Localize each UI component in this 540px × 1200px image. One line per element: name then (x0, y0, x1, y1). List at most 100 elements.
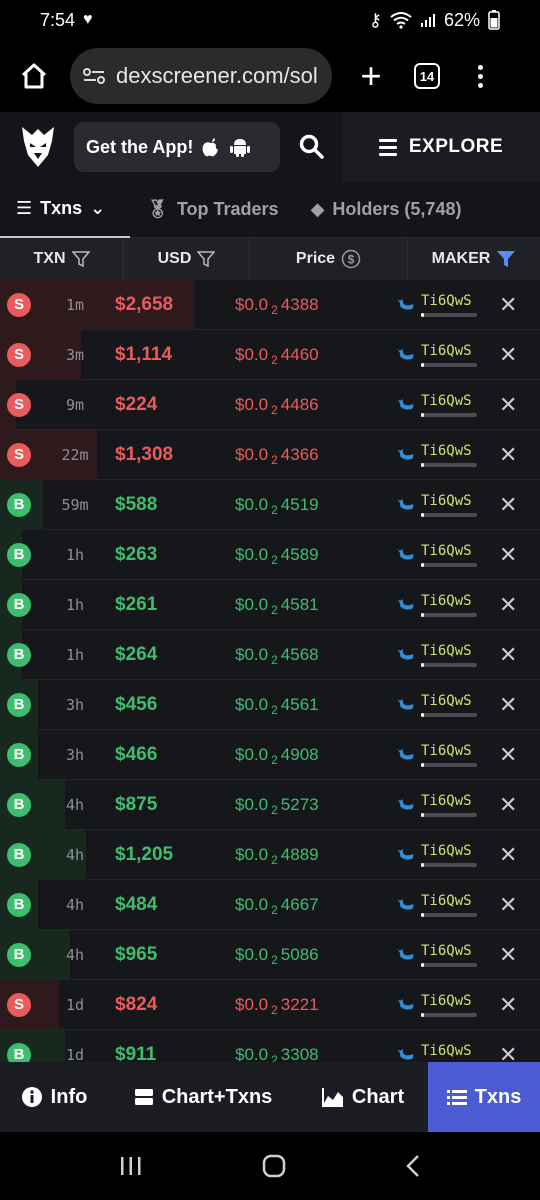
maker-address[interactable]: Ti6QwS (421, 643, 477, 659)
nav-txns[interactable]: Txns (428, 1062, 540, 1132)
close-icon[interactable]: ✕ (499, 992, 517, 1018)
close-icon[interactable]: ✕ (499, 742, 517, 768)
maker-cell[interactable]: Ti6QwS (395, 843, 485, 867)
col-maker[interactable]: MAKER (408, 238, 540, 280)
maker-address[interactable]: Ti6QwS (421, 543, 477, 559)
maker-address[interactable]: Ti6QwS (421, 743, 477, 759)
maker-address[interactable]: Ti6QwS (421, 493, 477, 509)
close-icon[interactable]: ✕ (499, 642, 517, 668)
close-icon[interactable]: ✕ (499, 342, 517, 368)
address-bar[interactable]: dexscreener.com/sol (70, 48, 332, 104)
txn-type-badge: B (7, 1042, 31, 1062)
dollar-coin-icon[interactable]: $ (341, 249, 361, 269)
maker-address[interactable]: Ti6QwS (421, 343, 477, 359)
maker-address[interactable]: Ti6QwS (421, 593, 477, 609)
table-row[interactable]: S 22m $1,308 $0.0 2 4366 Ti6QwS ✕ (0, 430, 540, 480)
maker-cell[interactable]: Ti6QwS (395, 543, 485, 567)
maker-cell[interactable]: Ti6QwS (395, 693, 485, 717)
maker-cell[interactable]: Ti6QwS (395, 493, 485, 517)
home-circle-icon[interactable] (262, 1154, 286, 1178)
close-icon[interactable]: ✕ (499, 392, 517, 418)
maker-cell[interactable]: Ti6QwS (395, 443, 485, 467)
maker-holding-bar (421, 712, 477, 717)
maker-cell[interactable]: Ti6QwS (395, 793, 485, 817)
maker-address[interactable]: Ti6QwS (421, 443, 477, 459)
new-tab-button[interactable]: + (356, 55, 386, 97)
back-icon[interactable] (405, 1154, 421, 1178)
maker-address[interactable]: Ti6QwS (421, 793, 477, 809)
dexscreener-logo[interactable] (18, 125, 58, 169)
nav-chart-txns[interactable]: Chart+Txns (108, 1062, 298, 1132)
maker-holding-bar (421, 862, 477, 867)
close-icon[interactable]: ✕ (499, 792, 517, 818)
close-icon[interactable]: ✕ (499, 542, 517, 568)
maker-cell[interactable]: Ti6QwS (395, 343, 485, 367)
tab-top-traders[interactable]: 🏅︎ Top Traders (130, 182, 295, 238)
table-row[interactable]: B 3h $456 $0.0 2 4561 Ti6QwS ✕ (0, 680, 540, 730)
recent-apps-icon[interactable] (119, 1155, 143, 1177)
maker-cell[interactable]: Ti6QwS (395, 643, 485, 667)
price-zero-count: 2 (271, 352, 278, 367)
maker-cell[interactable]: Ti6QwS (395, 943, 485, 967)
tab-switcher-button[interactable]: 14 (414, 63, 440, 89)
tab-holders[interactable]: ◆ Holders (5,748) (295, 182, 478, 238)
table-row[interactable]: S 1d $824 $0.0 2 3221 Ti6QwS ✕ (0, 980, 540, 1030)
maker-address[interactable]: Ti6QwS (421, 693, 477, 709)
browser-menu-button[interactable] (478, 64, 483, 88)
nav-info[interactable]: Info (0, 1062, 108, 1132)
close-icon[interactable]: ✕ (499, 1042, 517, 1063)
table-row[interactable]: B 1h $264 $0.0 2 4568 Ti6QwS ✕ (0, 630, 540, 680)
maker-address[interactable]: Ti6QwS (421, 293, 477, 309)
col-txn[interactable]: TXN (0, 238, 124, 280)
close-icon[interactable]: ✕ (499, 842, 517, 868)
filter-icon[interactable] (197, 250, 216, 268)
url-text[interactable]: dexscreener.com/sol (116, 63, 318, 89)
close-icon[interactable]: ✕ (499, 592, 517, 618)
close-icon[interactable]: ✕ (499, 892, 517, 918)
table-row[interactable]: S 3m $1,114 $0.0 2 4460 Ti6QwS ✕ (0, 330, 540, 380)
nav-chart[interactable]: Chart (298, 1062, 428, 1132)
get-the-app-button[interactable]: Get the App! (74, 122, 280, 172)
table-row[interactable]: B 4h $875 $0.0 2 5273 Ti6QwS ✕ (0, 780, 540, 830)
table-row[interactable]: B 59m $588 $0.0 2 4519 Ti6QwS ✕ (0, 480, 540, 530)
maker-address[interactable]: Ti6QwS (421, 993, 477, 1009)
filter-icon[interactable] (71, 250, 90, 268)
table-row[interactable]: B 1h $263 $0.0 2 4589 Ti6QwS ✕ (0, 530, 540, 580)
maker-address[interactable]: Ti6QwS (421, 893, 477, 909)
explore-button[interactable]: EXPLORE (342, 112, 540, 182)
maker-cell[interactable]: Ti6QwS (395, 893, 485, 917)
close-icon[interactable]: ✕ (499, 292, 517, 318)
col-price[interactable]: Price $ (250, 238, 408, 280)
close-icon[interactable]: ✕ (499, 692, 517, 718)
table-row[interactable]: B 1d $911 $0.0 2 3308 Ti6QwS ✕ (0, 1030, 540, 1062)
txn-time: 9m (65, 395, 85, 414)
txn-price: $0.0 2 4589 (235, 545, 395, 567)
search-icon[interactable] (298, 133, 326, 161)
table-row[interactable]: S 9m $224 $0.0 2 4486 Ti6QwS ✕ (0, 380, 540, 430)
price-zero-count: 2 (271, 1052, 278, 1063)
tab-txns[interactable]: ☰ Txns ⌄ (0, 182, 130, 238)
table-row[interactable]: B 1h $261 $0.0 2 4581 Ti6QwS ✕ (0, 580, 540, 630)
maker-cell[interactable]: Ti6QwS (395, 293, 485, 317)
table-row[interactable]: B 3h $466 $0.0 2 4908 Ti6QwS ✕ (0, 730, 540, 780)
maker-cell[interactable]: Ti6QwS (395, 393, 485, 417)
maker-address[interactable]: Ti6QwS (421, 1043, 477, 1059)
close-icon[interactable]: ✕ (499, 442, 517, 468)
maker-cell[interactable]: Ti6QwS (395, 993, 485, 1017)
col-usd[interactable]: USD (124, 238, 250, 280)
home-button[interactable] (16, 58, 52, 94)
maker-cell[interactable]: Ti6QwS (395, 743, 485, 767)
maker-address[interactable]: Ti6QwS (421, 393, 477, 409)
close-icon[interactable]: ✕ (499, 942, 517, 968)
maker-address[interactable]: Ti6QwS (421, 943, 477, 959)
table-row[interactable]: B 4h $484 $0.0 2 4667 Ti6QwS ✕ (0, 880, 540, 930)
maker-address[interactable]: Ti6QwS (421, 843, 477, 859)
maker-cell[interactable]: Ti6QwS (395, 1043, 485, 1063)
table-row[interactable]: B 4h $1,205 $0.0 2 4889 Ti6QwS ✕ (0, 830, 540, 880)
filter-active-icon[interactable] (496, 250, 516, 268)
close-icon[interactable]: ✕ (499, 492, 517, 518)
maker-cell[interactable]: Ti6QwS (395, 593, 485, 617)
table-row[interactable]: B 4h $965 $0.0 2 5086 Ti6QwS ✕ (0, 930, 540, 980)
table-row[interactable]: S 1m $2,658 $0.0 2 4388 Ti6QwS ✕ (0, 280, 540, 330)
site-settings-icon[interactable] (82, 66, 106, 86)
